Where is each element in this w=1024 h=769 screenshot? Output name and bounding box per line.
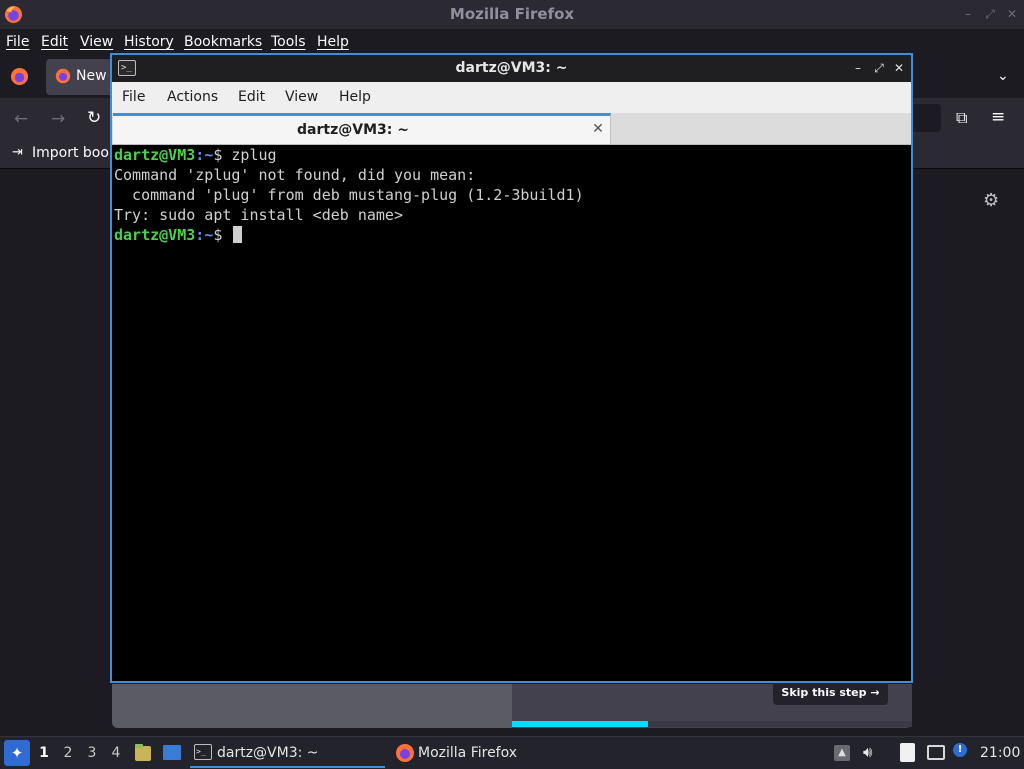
terminal-tab[interactable]: dartz@VM3: ~ ✕: [113, 113, 611, 144]
show-desktop-icon[interactable]: [162, 744, 182, 761]
terminal-menubar: File Actions Edit View Help: [112, 82, 911, 113]
close-icon[interactable]: ✕: [891, 60, 907, 76]
menu-view[interactable]: View: [80, 29, 113, 55]
menu-hamburger-icon[interactable]: ≡: [991, 107, 1005, 127]
menu-history[interactable]: History: [124, 29, 174, 55]
tab-close-icon[interactable]: ✕: [589, 120, 607, 138]
terminal-icon: >_: [194, 744, 212, 760]
terminal-menu-help[interactable]: Help: [339, 82, 371, 113]
terminal-line: dartz@VM3:~$ zplug: [114, 146, 277, 164]
menu-bookmarks[interactable]: Bookmarks: [184, 29, 262, 55]
workspace-2[interactable]: 2: [57, 737, 79, 769]
minimize-icon[interactable]: –: [850, 60, 866, 76]
back-icon[interactable]: ←: [14, 109, 28, 129]
text-cursor: [233, 226, 243, 243]
taskbar-firefox-button[interactable]: Mozilla Firefox: [392, 738, 552, 768]
taskbar-firefox-label: Mozilla Firefox: [418, 745, 518, 761]
onboarding-progress-fill: [512, 721, 648, 727]
upload-tray-icon[interactable]: ▲: [834, 745, 850, 761]
volume-icon[interactable]: 🔊︎: [863, 743, 872, 761]
menu-tools[interactable]: Tools: [271, 29, 306, 55]
terminal-menu-view[interactable]: View: [285, 82, 318, 113]
firefox-window-title: Mozilla Firefox: [449, 5, 575, 23]
workspace-1[interactable]: 1: [33, 737, 55, 769]
clipboard-icon[interactable]: [900, 743, 915, 762]
firefox-view-icon[interactable]: [10, 67, 29, 86]
url-bar-end[interactable]: [913, 104, 941, 132]
tab-firefox-icon: [55, 68, 71, 84]
minimize-icon[interactable]: –: [961, 7, 975, 21]
file-manager-icon[interactable]: [134, 743, 152, 763]
menu-file[interactable]: File: [6, 29, 29, 55]
extensions-icon[interactable]: ⧉: [956, 108, 967, 128]
terminal-line: Command 'zplug' not found, did you mean:: [114, 166, 476, 184]
close-icon[interactable]: ✕: [1005, 7, 1019, 21]
terminal-menu-file[interactable]: File: [122, 82, 145, 113]
terminal-line: command 'plug' from deb mustang-plug (1.…: [114, 186, 584, 204]
maximize-icon[interactable]: ⤢: [983, 7, 997, 21]
start-menu-icon[interactable]: ✦: [4, 740, 30, 766]
firefox-icon: [395, 743, 415, 763]
terminal-titlebar[interactable]: >_ dartz@VM3: ~ – ⤢ ✕: [112, 55, 911, 82]
terminal-tabbar: dartz@VM3: ~ ✕: [112, 113, 911, 145]
taskbar-terminal-button[interactable]: >_ dartz@VM3: ~: [190, 738, 385, 768]
forward-icon[interactable]: →: [51, 109, 65, 129]
terminal-menu-edit[interactable]: Edit: [238, 82, 265, 113]
firefox-menubar: File Edit View History Bookmarks Tools H…: [0, 29, 1024, 55]
settings-gear-icon[interactable]: ⚙: [983, 190, 999, 211]
workspace-4[interactable]: 4: [105, 737, 127, 769]
terminal-window: >_ dartz@VM3: ~ – ⤢ ✕ File Actions Edit …: [110, 53, 913, 683]
onboarding-illustration: [112, 684, 512, 728]
maximize-icon[interactable]: ⤢: [871, 60, 887, 76]
import-bookmarks-link[interactable]: Import book: [32, 145, 117, 161]
network-icon[interactable]: [927, 745, 945, 760]
terminal-output[interactable]: dartz@VM3:~$ zplug Command 'zplug' not f…: [114, 145, 909, 681]
import-icon: ⇥: [12, 145, 23, 160]
skip-step-button[interactable]: Skip this step →: [773, 680, 888, 705]
workspace-3[interactable]: 3: [81, 737, 103, 769]
menu-help[interactable]: Help: [317, 29, 349, 55]
taskbar: ✦ 1 2 3 4 >_ dartz@VM3: ~ Mozilla Firefo…: [0, 736, 1024, 769]
terminal-window-title: dartz@VM3: ~: [455, 60, 568, 76]
taskbar-terminal-label: dartz@VM3: ~: [217, 745, 319, 761]
chevron-down-icon[interactable]: ⌄: [997, 68, 1013, 84]
reload-icon[interactable]: ↻: [87, 108, 101, 128]
firefox-logo-icon: [4, 5, 23, 24]
firefox-titlebar: Mozilla Firefox – ⤢ ✕: [0, 0, 1024, 29]
menu-edit[interactable]: Edit: [41, 29, 68, 55]
clock[interactable]: 21:00: [980, 737, 1020, 769]
terminal-menu-actions[interactable]: Actions: [167, 82, 218, 113]
terminal-tab-label: dartz@VM3: ~: [297, 122, 409, 138]
firefox-tab-label: New: [76, 68, 107, 84]
notification-icon[interactable]: !: [953, 743, 967, 757]
terminal-prompt-line: dartz@VM3:~$: [114, 225, 243, 245]
terminal-line: Try: sudo apt install <deb name>: [114, 206, 403, 224]
